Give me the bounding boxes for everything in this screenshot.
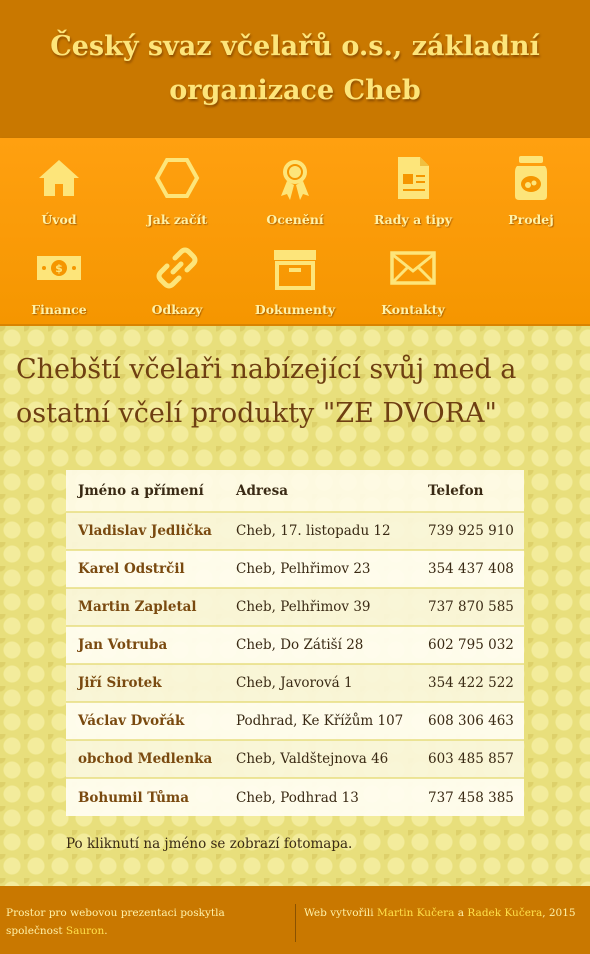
link-icon <box>156 247 198 289</box>
nav-label: Úvod <box>41 212 77 227</box>
vendor-name-link[interactable]: Vladislav Jedlička <box>66 511 224 550</box>
vendor-address: Cheb, Javorová 1 <box>224 663 416 702</box>
photomap-note: Po kliknutí na jméno se zobrazí fotomapa… <box>66 836 353 852</box>
nav-label: Odkazy <box>151 302 203 317</box>
table-header-row: Jméno a přímení Adresa Telefon <box>66 470 524 512</box>
vendor-phone: 739 925 910 <box>416 511 524 550</box>
nav-label: Jak začít <box>146 212 208 227</box>
site-footer: Prostor pro webovou prezentaci poskytla … <box>0 886 590 954</box>
footer-divider <box>295 904 296 942</box>
vendor-name-link[interactable]: Jan Votruba <box>66 625 224 664</box>
nav-label: Ocenění <box>266 212 324 227</box>
nav-label: Kontakty <box>381 302 445 317</box>
nav-item-odkazy[interactable]: Odkazy <box>118 232 236 326</box>
site-header: Český svaz včelařů o.s., základní organi… <box>0 0 590 138</box>
vendor-address: Cheb, Do Zátiší 28 <box>224 625 416 664</box>
vendor-phone: 602 795 032 <box>416 625 524 664</box>
envelope-icon <box>390 251 436 285</box>
honey-jar-icon <box>515 156 547 200</box>
vendor-phone: 354 437 408 <box>416 549 524 588</box>
vendor-address: Podhrad, Ke Křížům 107 <box>224 701 416 740</box>
nav-label: Finance <box>31 302 87 317</box>
vendor-phone: 354 422 522 <box>416 663 524 702</box>
column-header-name: Jméno a přímení <box>66 470 224 512</box>
vendor-name-link[interactable]: Václav Dvořák <box>66 701 224 740</box>
author-link-radek[interactable]: Radek Kučera <box>467 907 542 919</box>
vendor-name-link[interactable]: Martin Zapletal <box>66 587 224 626</box>
main-content: Chebští včelaři nabízející svůj med a os… <box>0 326 590 886</box>
author-link-martin[interactable]: Martin Kučera <box>377 907 454 919</box>
vendor-phone: 737 458 385 <box>416 777 524 816</box>
nav-item-prodej[interactable]: Prodej <box>472 142 590 236</box>
vendor-name-link[interactable]: Jiří Sirotek <box>66 663 224 702</box>
nav-item-kontakty[interactable]: Kontakty <box>354 232 472 326</box>
table-row: Vladislav Jedlička Cheb, 17. listopadu 1… <box>66 511 524 550</box>
page-heading: Chebští včelaři nabízející svůj med a os… <box>16 354 517 429</box>
main-nav: Úvod Jak začít Ocenění Rady a tipy Prode… <box>0 138 590 326</box>
nav-item-finance[interactable]: $ Finance <box>0 232 118 326</box>
table-row: Karel Odstrčil Cheb, Pelhřimov 23 354 43… <box>66 549 524 588</box>
vendor-name-link[interactable]: Bohumil Tůma <box>66 777 224 816</box>
vendor-address: Cheb, 17. listopadu 12 <box>224 511 416 550</box>
table-row: Jan Votruba Cheb, Do Zátiší 28 602 795 0… <box>66 625 524 664</box>
vendor-table: Jméno a přímení Adresa Telefon Vladislav… <box>66 470 524 816</box>
nav-label: Rady a tipy <box>373 212 453 227</box>
nav-label: Prodej <box>508 212 554 227</box>
archive-box-icon <box>274 250 316 290</box>
nav-item-dokumenty[interactable]: Dokumenty <box>236 232 354 326</box>
table-row: obchod Medlenka Cheb, Valdštejnova 46 60… <box>66 739 524 778</box>
vendor-phone: 737 870 585 <box>416 587 524 626</box>
table-row: Martin Zapletal Cheb, Pelhřimov 39 737 8… <box>66 587 524 626</box>
banknote-icon: $ <box>37 256 81 280</box>
hexagon-icon <box>154 158 200 198</box>
author-year: , 2015 <box>542 907 576 919</box>
vendor-name-link[interactable]: Karel Odstrčil <box>66 549 224 588</box>
hosting-text: Prostor pro webovou prezentaci poskytla … <box>6 907 225 937</box>
column-header-phone: Telefon <box>416 470 524 512</box>
medal-icon <box>281 160 309 200</box>
svg-text:$: $ <box>55 262 63 275</box>
vendor-name-link[interactable]: obchod Medlenka <box>66 739 224 778</box>
vendor-phone: 603 485 857 <box>416 739 524 778</box>
nav-item-oceneni[interactable]: Ocenění <box>236 142 354 236</box>
vendor-address: Cheb, Valdštejnova 46 <box>224 739 416 778</box>
hosting-credit: Prostor pro webovou prezentaci poskytla … <box>6 904 276 940</box>
hosting-end: . <box>104 925 108 937</box>
vendor-phone: 608 306 463 <box>416 701 524 740</box>
nav-label: Dokumenty <box>254 302 336 317</box>
nav-item-jak-zacit[interactable]: Jak začít <box>118 142 236 236</box>
author-text: Web vytvořili <box>304 907 374 919</box>
vendor-address: Cheb, Pelhřimov 23 <box>224 549 416 588</box>
column-header-address: Adresa <box>224 470 416 512</box>
nav-item-uvod[interactable]: Úvod <box>0 142 118 236</box>
table-row: Václav Dvořák Podhrad, Ke Křížům 107 608… <box>66 701 524 740</box>
site-title: Český svaz včelařů o.s., základní organi… <box>50 31 540 106</box>
table-row: Bohumil Tůma Cheb, Podhrad 13 737 458 38… <box>66 777 524 816</box>
document-icon <box>398 157 429 199</box>
sauron-link[interactable]: Sauron <box>66 925 104 937</box>
nav-item-rady-a-tipy[interactable]: Rady a tipy <box>354 142 472 236</box>
vendor-address: Cheb, Podhrad 13 <box>224 777 416 816</box>
vendor-address: Cheb, Pelhřimov 39 <box>224 587 416 626</box>
author-and: a <box>457 907 465 919</box>
table-row: Jiří Sirotek Cheb, Javorová 1 354 422 52… <box>66 663 524 702</box>
home-icon <box>39 160 79 196</box>
author-credit: Web vytvořili Martin Kučera a Radek Kuče… <box>304 904 584 922</box>
